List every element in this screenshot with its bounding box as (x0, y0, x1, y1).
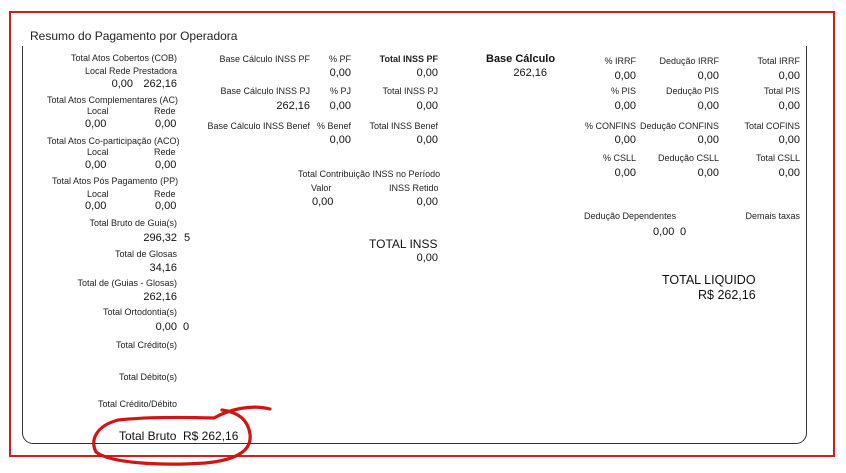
red-circle-annotation (92, 405, 272, 466)
